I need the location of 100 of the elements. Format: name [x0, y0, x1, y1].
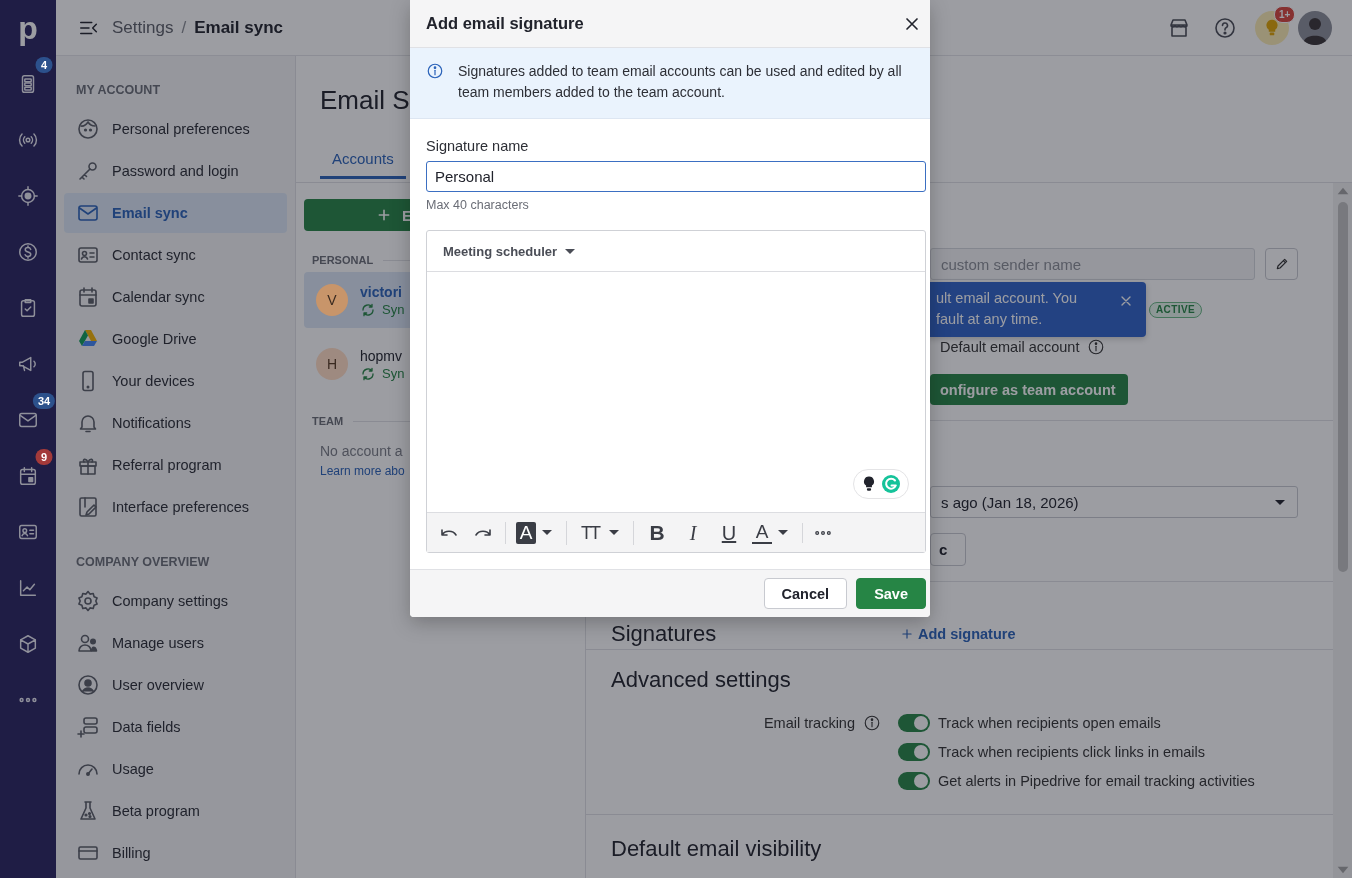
sync-icon [360, 301, 376, 318]
tooltip-text: ult email account. You [936, 289, 1079, 308]
caret-icon [565, 248, 576, 254]
sidebar-item[interactable]: Password and login [64, 151, 287, 191]
sidebar-item[interactable]: Interface preferences [64, 487, 287, 527]
sidebar-item[interactable]: Billing [64, 833, 287, 873]
breadcrumb-link[interactable]: Settings [112, 17, 174, 38]
sidebar-item[interactable]: User overview [64, 665, 287, 705]
field-label: Signature name [426, 137, 530, 155]
user-circle-icon [76, 673, 100, 697]
toggle-label: Track when recipients open emails [938, 715, 1161, 731]
caret-icon [1275, 499, 1285, 505]
calendar-icon[interactable] [17, 465, 39, 487]
toggle-label: Track when recipients click links in emails [938, 744, 1205, 760]
scrollbar-thumb[interactable] [1337, 202, 1348, 572]
sidebar-item[interactable]: Google Drive [64, 319, 287, 359]
sidebar-item[interactable]: Notifications [64, 403, 287, 443]
sidebar-item[interactable]: Beta program [64, 791, 287, 831]
italic-button[interactable]: I [680, 520, 706, 545]
toggle-switch[interactable] [898, 743, 930, 761]
group-heading: TEAM [312, 414, 344, 429]
section-heading: COMPANY OVERVIEW [75, 554, 211, 571]
caret-icon[interactable] [542, 530, 552, 535]
template-dropdown[interactable]: Meeting scheduler [443, 243, 580, 259]
font-size-button[interactable]: TT [577, 520, 603, 545]
edit-button[interactable] [1265, 248, 1298, 280]
info-icon [426, 62, 444, 80]
breadcrumb-separator: / [181, 17, 187, 38]
sidebar-item[interactable]: Manage users [64, 623, 287, 663]
sync-status: Syn [382, 366, 405, 381]
highlight-button[interactable]: A [516, 521, 536, 544]
plus-icon [900, 626, 914, 641]
info-icon[interactable] [1087, 338, 1106, 356]
page-title: Email S [320, 84, 410, 116]
box-icon[interactable] [17, 633, 39, 655]
count-badge: 1+ [1274, 5, 1296, 23]
count-badge: 4 [35, 57, 53, 73]
target-icon[interactable] [17, 185, 39, 207]
account-name: hopmv [360, 346, 404, 366]
sender-name-field[interactable]: custom sender name [930, 248, 1255, 280]
signature-name-field[interactable]: Personal [426, 161, 926, 192]
section-heading: Default email visibility [611, 835, 823, 863]
sidebar-item[interactable]: Contact sync [64, 235, 287, 275]
toggle-switch[interactable] [898, 772, 930, 790]
add-signature-link[interactable]: Add signature [900, 625, 1016, 642]
tooltip-text: fault at any time. [936, 310, 1044, 329]
info-message: Signatures added to team email accounts can be used and edited by all team members added to the team account. [458, 62, 903, 102]
sync-range-dropdown[interactable]: s ago (Jan 18, 2026) [930, 486, 1298, 518]
bold-button[interactable]: B [644, 520, 670, 545]
info-icon[interactable] [863, 714, 881, 732]
sidebar-item[interactable]: Data fields [64, 707, 287, 747]
user-avatar[interactable] [1298, 10, 1332, 45]
calendar-icon [76, 285, 100, 309]
setting-label: Email tracking [763, 715, 855, 731]
caret-icon[interactable] [609, 530, 619, 535]
assistant-widget[interactable] [853, 469, 909, 499]
dollar-icon[interactable] [17, 241, 39, 263]
sidebar-item[interactable]: Personal preferences [64, 109, 287, 149]
text-color-button[interactable]: A [752, 521, 772, 544]
sync-button[interactable]: c [930, 533, 966, 566]
underline-button[interactable]: U [716, 520, 742, 545]
panel-pencil-icon [76, 495, 100, 519]
caret-icon[interactable] [778, 530, 788, 535]
section-heading: Advanced settings [611, 666, 792, 694]
sync-status: Syn [382, 302, 405, 317]
default-account-label: Default email account [940, 339, 1080, 355]
account-name: victori [360, 282, 403, 302]
toggle-switch[interactable] [898, 714, 930, 732]
plus-icon [376, 207, 392, 223]
group-heading: PERSONAL [312, 253, 374, 268]
assistant-icon [879, 472, 903, 496]
page-breadcrumb: Email sync [194, 17, 283, 38]
sidebar-item[interactable]: Usage [64, 749, 287, 789]
tips-button[interactable] [1255, 10, 1289, 45]
initial-avatar: V [316, 284, 348, 316]
cancel-button[interactable]: Cancel [763, 578, 848, 609]
status-label: ACTIVE [1149, 302, 1203, 318]
sidebar-item[interactable]: Email sync [64, 193, 287, 233]
initial-avatar: H [316, 348, 348, 380]
section-heading: Signatures [611, 620, 718, 647]
sync-icon [360, 365, 376, 382]
sidebar-item[interactable]: Company settings [64, 581, 287, 621]
section-heading: MY ACCOUNT [75, 82, 162, 99]
empty-message: No account a [319, 443, 404, 459]
sidebar-item[interactable]: Your devices [64, 361, 287, 401]
scrollbar[interactable] [1333, 183, 1352, 878]
tab[interactable]: Accounts [320, 141, 406, 179]
team-account-button[interactable]: onfigure as team account [930, 374, 1128, 405]
sidebar-item[interactable]: Calendar sync [64, 277, 287, 317]
key-icon [76, 159, 100, 183]
face-icon [76, 117, 100, 141]
gear-icon [76, 589, 100, 613]
help-icon[interactable] [1213, 15, 1237, 40]
count-badge: 34 [32, 393, 56, 409]
chart-icon[interactable] [17, 577, 39, 599]
field-hint: Max 40 characters [426, 198, 530, 212]
app-logo[interactable]: p [0, 0, 56, 56]
save-button[interactable]: Save [856, 578, 926, 609]
dialog-title: Add email signature [426, 14, 584, 33]
sidebar-item[interactable]: Referral program [64, 445, 287, 485]
